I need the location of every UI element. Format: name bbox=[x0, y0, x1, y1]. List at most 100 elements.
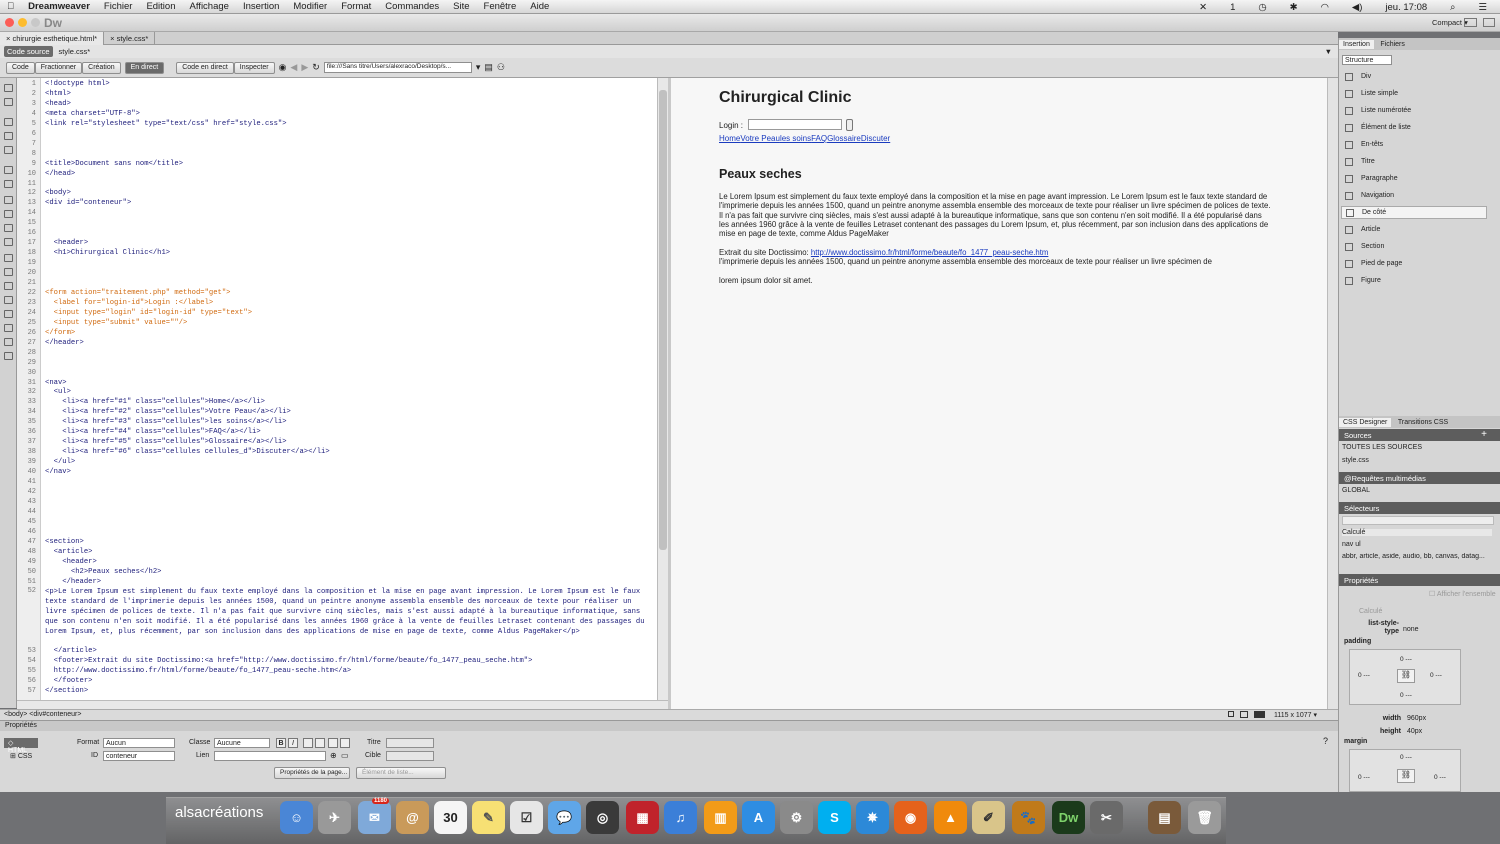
live-vertical-scrollbar[interactable] bbox=[1327, 78, 1338, 709]
point-to-file-icon[interactable]: ⊕ bbox=[330, 751, 337, 760]
close-window-icon[interactable] bbox=[5, 18, 14, 27]
contacts-icon[interactable]: @ bbox=[396, 801, 429, 834]
split-view-button[interactable]: Fractionner bbox=[34, 61, 83, 74]
padding-left[interactable]: 0 --- bbox=[1358, 672, 1370, 679]
syntax-error-icon[interactable] bbox=[4, 224, 13, 232]
design-view-button[interactable]: Création bbox=[82, 61, 121, 74]
insert-item[interactable]: Liste simple bbox=[1341, 87, 1487, 100]
width-value[interactable]: 960px bbox=[1407, 715, 1426, 722]
menu-affichage[interactable]: Affichage bbox=[183, 1, 236, 12]
tab-chirurgie-html[interactable]: × chirurgie esthetique.html* bbox=[0, 32, 105, 45]
insert-item[interactable]: Navigation bbox=[1341, 189, 1487, 202]
itunes-icon[interactable]: ♫ bbox=[664, 801, 697, 834]
padding-right[interactable]: 0 --- bbox=[1430, 672, 1442, 679]
system-preferences-icon[interactable]: ⚙ bbox=[780, 801, 813, 834]
spotlight-icon[interactable]: ⌕ bbox=[1443, 2, 1462, 13]
live-options-icon[interactable]: ▤ bbox=[484, 62, 493, 73]
time-machine-icon[interactable]: ◷ bbox=[1251, 2, 1273, 13]
indent-code-icon[interactable] bbox=[4, 324, 13, 332]
margin-left[interactable]: 0 --- bbox=[1358, 774, 1370, 781]
menu-fenetre[interactable]: Fenêtre bbox=[477, 1, 524, 12]
photo-booth-icon[interactable]: ▦ bbox=[626, 801, 659, 834]
wrap-lines-icon[interactable] bbox=[4, 238, 13, 246]
app-menu[interactable]: Dreamweaver bbox=[21, 1, 97, 12]
title-field[interactable] bbox=[386, 738, 434, 748]
window-size-dropdown[interactable]: 1115 x 1077 ▾ bbox=[1274, 711, 1317, 719]
tab-insertion[interactable]: Insertion bbox=[1339, 40, 1374, 49]
unordered-list-icon[interactable] bbox=[303, 738, 313, 748]
live-view-pane[interactable]: Chirurgical Clinic Login : Home Votre Pea… bbox=[671, 78, 1327, 709]
menu-modifier[interactable]: Modifier bbox=[286, 1, 334, 12]
filezilla-icon[interactable]: 🐾 bbox=[1012, 801, 1045, 834]
apple-menu[interactable]:  bbox=[0, 1, 21, 12]
live-nav-votre-peau[interactable]: Votre Peau bbox=[740, 134, 780, 143]
calendar-icon[interactable]: 30 bbox=[434, 801, 467, 834]
add-source-icon[interactable]: + bbox=[1481, 429, 1487, 440]
margin-box[interactable]: 0 --- 0 --- 0 --- ⛓ bbox=[1349, 749, 1461, 792]
live-view-button[interactable]: En direct bbox=[124, 61, 165, 74]
padding-bottom[interactable]: 0 --- bbox=[1400, 692, 1412, 699]
remove-comment-icon[interactable] bbox=[4, 268, 13, 276]
source-code-button[interactable]: Code source bbox=[4, 46, 53, 57]
live-nav-les-soins[interactable]: les soins bbox=[780, 134, 811, 143]
selector-html5-reset[interactable]: abbr, article, aside, audio, bb, canvas,… bbox=[1342, 553, 1492, 560]
move-css-icon[interactable] bbox=[4, 310, 13, 318]
utilities-icon[interactable]: ✂ bbox=[1090, 801, 1123, 834]
dreamweaver-icon[interactable]: Dw bbox=[1052, 801, 1085, 834]
source-all[interactable]: TOUTES LES SOURCES bbox=[1342, 444, 1492, 451]
ibooks-icon[interactable]: ▥ bbox=[704, 801, 737, 834]
format-select[interactable]: Aucun bbox=[103, 738, 175, 748]
target-select[interactable] bbox=[386, 751, 434, 761]
format-source-icon[interactable] bbox=[4, 352, 13, 360]
browser-preview-icon[interactable]: ◉ bbox=[279, 62, 287, 73]
insert-item[interactable]: Pied de page bbox=[1341, 257, 1487, 270]
italic-button[interactable]: I bbox=[288, 738, 298, 748]
forward-icon[interactable]: ▶ bbox=[301, 62, 308, 73]
link-values-icon[interactable]: ⛓ bbox=[1397, 669, 1415, 683]
address-dropdown-icon[interactable]: ▾ bbox=[476, 62, 481, 73]
prop-list-style-value[interactable]: none bbox=[1403, 626, 1419, 633]
margin-link-icon[interactable]: ⛓ bbox=[1397, 769, 1415, 783]
tools-icon[interactable]: ✕ bbox=[1192, 2, 1214, 13]
code-vertical-scrollbar[interactable] bbox=[657, 78, 668, 700]
facetime-icon[interactable]: ◎ bbox=[586, 801, 619, 834]
back-icon[interactable]: ◀ bbox=[290, 62, 297, 73]
menu-fichier[interactable]: Fichier bbox=[97, 1, 140, 12]
menu-commandes[interactable]: Commandes bbox=[378, 1, 446, 12]
tab-css-designer[interactable]: CSS Designer bbox=[1339, 418, 1392, 427]
file-management-icon[interactable] bbox=[4, 98, 13, 106]
mail-icon[interactable]: ✉ 1180 bbox=[358, 798, 391, 834]
height-value[interactable]: 40px bbox=[1407, 728, 1422, 735]
insert-category-select[interactable]: Structure bbox=[1342, 55, 1392, 65]
link-field[interactable] bbox=[214, 751, 326, 761]
safari-icon[interactable]: ✵ bbox=[856, 801, 889, 834]
insert-item[interactable]: Section bbox=[1341, 240, 1487, 253]
code-horizontal-scrollbar[interactable] bbox=[17, 700, 668, 709]
menu-aide[interactable]: Aide bbox=[523, 1, 556, 12]
code-editor[interactable]: <!doctype html> <html> <head> <meta charset… bbox=[41, 78, 657, 700]
launchpad-icon[interactable]: ✈ bbox=[318, 801, 351, 834]
volume-icon[interactable]: ◀) bbox=[1345, 2, 1369, 13]
related-file-style-css[interactable]: style.css* bbox=[59, 47, 91, 56]
select-parent-tag-icon[interactable] bbox=[4, 166, 13, 174]
highlight-invalid-icon[interactable] bbox=[4, 210, 13, 218]
desktop-size-icon[interactable] bbox=[1254, 711, 1265, 718]
finder-icon[interactable]: ☺ bbox=[280, 801, 313, 834]
insert-item[interactable]: Titre bbox=[1341, 155, 1487, 168]
expand-all-icon[interactable] bbox=[4, 146, 13, 154]
source-style-css[interactable]: style.css bbox=[1342, 457, 1492, 464]
live-footer-link[interactable]: http://www.doctissimo.fr/html/forme/beau… bbox=[811, 248, 1049, 257]
margin-right[interactable]: 0 --- bbox=[1434, 774, 1446, 781]
tag-selector[interactable]: <body> <div#conteneur> bbox=[4, 711, 81, 718]
mobile-size-icon[interactable] bbox=[1228, 711, 1234, 717]
open-documents-icon[interactable] bbox=[4, 84, 13, 92]
selector-filter-input[interactable] bbox=[1342, 516, 1494, 525]
padding-box[interactable]: 0 --- 0 --- 0 --- 0 --- ⛓ bbox=[1349, 649, 1461, 705]
css-mode-button[interactable]: ⊞ CSS bbox=[4, 751, 38, 761]
insert-item[interactable]: En-têts bbox=[1341, 138, 1487, 151]
page-properties-button[interactable]: Propriétés de la page... bbox=[274, 767, 350, 779]
zoom-window-icon[interactable] bbox=[31, 18, 40, 27]
vlc-icon[interactable]: ▲ bbox=[934, 801, 967, 834]
live-code-button[interactable]: Code en direct bbox=[176, 61, 234, 74]
selector-computed[interactable]: Calculé bbox=[1342, 529, 1492, 536]
